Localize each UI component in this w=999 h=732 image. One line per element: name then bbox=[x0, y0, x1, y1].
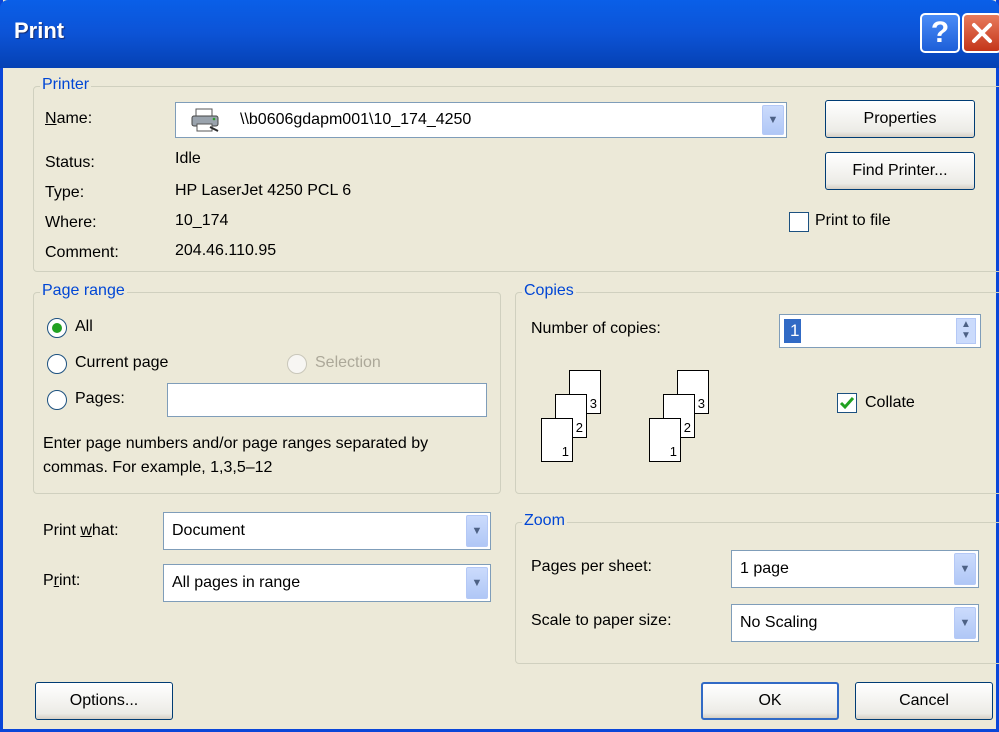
collate-checkbox[interactable] bbox=[837, 393, 857, 413]
print-to-file-label[interactable]: Print to file bbox=[815, 212, 891, 230]
options-button[interactable]: Options... bbox=[35, 682, 173, 720]
pages-input[interactable] bbox=[167, 383, 487, 417]
radio-selection-label: Selection bbox=[315, 354, 381, 371]
page-range-group-label: Page range bbox=[40, 282, 127, 300]
type-label: Type: bbox=[45, 184, 85, 201]
status-label: Status: bbox=[45, 154, 95, 171]
spinner-arrows-icon[interactable]: ▲ ▼ bbox=[956, 318, 976, 344]
window-title: Print bbox=[14, 18, 65, 43]
find-printer-button-label: Find Printer... bbox=[852, 162, 948, 179]
page-number: 3 bbox=[589, 396, 597, 411]
chevron-down-icon[interactable]: ▼ bbox=[466, 515, 488, 547]
cancel-button-label: Cancel bbox=[899, 692, 949, 709]
chevron-down-icon[interactable]: ▼ bbox=[762, 105, 784, 135]
print-what-select[interactable]: Document ▼ bbox=[163, 512, 491, 550]
comment-label: Comment: bbox=[45, 244, 119, 261]
find-printer-button[interactable]: Find Printer... bbox=[825, 152, 975, 190]
printer-icon bbox=[190, 107, 220, 133]
status-value: Idle bbox=[175, 150, 201, 167]
page-range-hint: Enter page numbers and/or page ranges se… bbox=[43, 435, 429, 476]
pages-per-sheet-select[interactable]: 1 page ▼ bbox=[731, 550, 979, 588]
radio-current-page-label[interactable]: Current page bbox=[75, 354, 168, 372]
print-label: Print: bbox=[43, 572, 81, 589]
cancel-button[interactable]: Cancel bbox=[855, 682, 993, 720]
properties-button-label: Properties bbox=[863, 110, 937, 127]
radio-selection bbox=[287, 354, 307, 374]
title-bar[interactable]: Print ? bbox=[0, 0, 999, 68]
ok-button-label: OK bbox=[758, 692, 782, 709]
page-number: 1 bbox=[669, 444, 677, 459]
page-icon: 1 bbox=[541, 418, 573, 462]
scale-to-paper-size-select[interactable]: No Scaling ▼ bbox=[731, 604, 979, 642]
number-of-copies-label: Number of copies: bbox=[531, 320, 661, 337]
comment-value: 204.46.110.95 bbox=[175, 242, 277, 259]
radio-all[interactable] bbox=[47, 318, 67, 338]
scale-to-paper-size-value: No Scaling bbox=[740, 614, 818, 631]
collate-label[interactable]: Collate bbox=[865, 394, 915, 412]
printer-group-label: Printer bbox=[40, 76, 92, 94]
zoom-group-label: Zoom bbox=[522, 512, 567, 530]
pages-per-sheet-value: 1 page bbox=[740, 560, 789, 577]
check-icon bbox=[839, 397, 855, 410]
where-value: 10_174 bbox=[175, 212, 229, 229]
page-number: 2 bbox=[575, 420, 583, 435]
pages-per-sheet-label: Pages per sheet: bbox=[531, 558, 652, 575]
properties-button[interactable]: Properties bbox=[825, 100, 975, 138]
number-of-copies-value: 1 bbox=[784, 319, 802, 343]
print-to-file-checkbox[interactable] bbox=[789, 212, 809, 232]
options-button-label: Options... bbox=[69, 692, 139, 709]
close-button[interactable] bbox=[962, 13, 999, 53]
type-value: HP LaserJet 4250 PCL 6 bbox=[175, 182, 352, 199]
chevron-down-icon[interactable]: ▼ bbox=[466, 567, 488, 599]
chevron-down-icon[interactable]: ▼ bbox=[954, 607, 976, 639]
print-what-label: Print what: bbox=[43, 522, 119, 539]
chevron-down-icon[interactable]: ▼ bbox=[954, 553, 976, 585]
radio-pages[interactable] bbox=[47, 390, 67, 410]
print-what-value: Document bbox=[172, 522, 245, 539]
close-icon bbox=[972, 23, 992, 43]
printer-name-value: \\b0606gdapm001\10_174_4250 bbox=[240, 111, 472, 128]
page-number: 3 bbox=[697, 396, 705, 411]
radio-selected-dot bbox=[52, 323, 62, 333]
radio-pages-label[interactable]: Pages: bbox=[75, 390, 125, 408]
copies-group-label: Copies bbox=[522, 282, 576, 300]
number-of-copies-input[interactable]: 1 ▲ ▼ bbox=[779, 314, 981, 348]
zoom-group: Zoom bbox=[515, 512, 999, 664]
print-value: All pages in range bbox=[172, 574, 301, 591]
ok-button[interactable]: OK bbox=[701, 682, 839, 720]
radio-current-page[interactable] bbox=[47, 354, 67, 374]
help-button[interactable]: ? bbox=[920, 13, 960, 53]
print-dialog: Print ? Printer Name: \\b0606gdapm001\10… bbox=[0, 0, 999, 732]
where-label: Where: bbox=[45, 214, 97, 231]
printer-name-select[interactable]: \\b0606gdapm001\10_174_4250 ▼ bbox=[175, 102, 787, 138]
page-number: 2 bbox=[683, 420, 691, 435]
page-icon: 1 bbox=[649, 418, 681, 462]
page-number: 1 bbox=[561, 444, 569, 459]
printer-name-label: Name: bbox=[45, 110, 93, 127]
scale-to-paper-size-label: Scale to paper size: bbox=[531, 612, 672, 629]
radio-all-label[interactable]: All bbox=[75, 318, 93, 336]
print-select[interactable]: All pages in range ▼ bbox=[163, 564, 491, 602]
